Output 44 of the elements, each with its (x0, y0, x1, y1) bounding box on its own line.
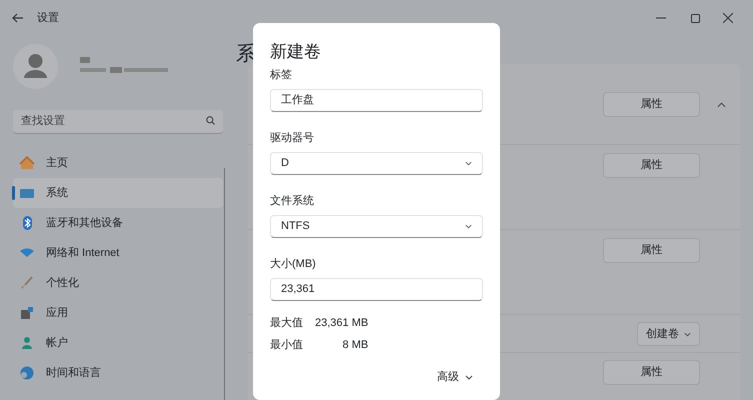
input-field[interactable]: 工作盘 (270, 89, 483, 112)
nav-item[interactable]: 时间和语言 (13, 358, 223, 388)
field-label: 文件系统 (270, 194, 314, 209)
nav-item[interactable]: 帐户 (13, 328, 223, 358)
nav-item[interactable]: 主页 (13, 148, 223, 178)
brush-icon (19, 275, 35, 291)
apps-icon (19, 305, 35, 321)
field-label: 大小(MB) (270, 257, 316, 272)
nav-item[interactable]: 个性化 (13, 268, 223, 298)
properties-button[interactable]: 属性 (603, 153, 700, 178)
advanced-toggle[interactable]: 高级 (437, 369, 473, 386)
chevron-down-icon (684, 332, 691, 336)
properties-button[interactable]: 属性 (603, 92, 700, 117)
search-field[interactable]: 查找设置 (13, 110, 223, 134)
properties-button[interactable]: 属性 (603, 360, 700, 385)
dropdown[interactable]: D (270, 152, 483, 175)
nav-item[interactable]: 蓝牙和其他设备 (13, 208, 223, 238)
dropdown[interactable]: NTFS (270, 215, 483, 238)
close-icon[interactable] (723, 13, 733, 23)
dialog-title: 新建卷 (270, 41, 321, 63)
person-icon (19, 335, 35, 351)
limit-value: 8 MB (342, 338, 368, 352)
search-icon[interactable] (206, 116, 215, 125)
nav-item[interactable]: 网络和 Internet (13, 238, 223, 268)
limit-value: 23,361 MB (315, 316, 368, 331)
field-label: 标签 (270, 68, 292, 83)
chevron-down-icon (465, 224, 472, 229)
properties-button[interactable]: 属性 (603, 238, 700, 263)
window-title: 设置 (37, 10, 59, 26)
maximize-icon[interactable] (691, 14, 700, 22)
back-icon[interactable] (12, 13, 24, 23)
nav-item[interactable]: 系统 (13, 178, 223, 208)
limit-label: 最大值 (270, 316, 303, 331)
chevron-down-icon (465, 161, 472, 166)
input-field[interactable]: 23,361 (270, 278, 483, 301)
chevron-down-icon (465, 374, 473, 380)
nav-item[interactable]: 应用 (13, 298, 223, 328)
field-label: 驱动器号 (270, 131, 314, 146)
avatar-icon (13, 44, 58, 88)
limit-label: 最小值 (270, 338, 303, 352)
chevron-up-icon[interactable] (717, 102, 726, 108)
globe-icon (19, 365, 35, 381)
home-icon (19, 155, 35, 171)
create-volume-dropdown[interactable]: 创建卷 (637, 322, 700, 346)
